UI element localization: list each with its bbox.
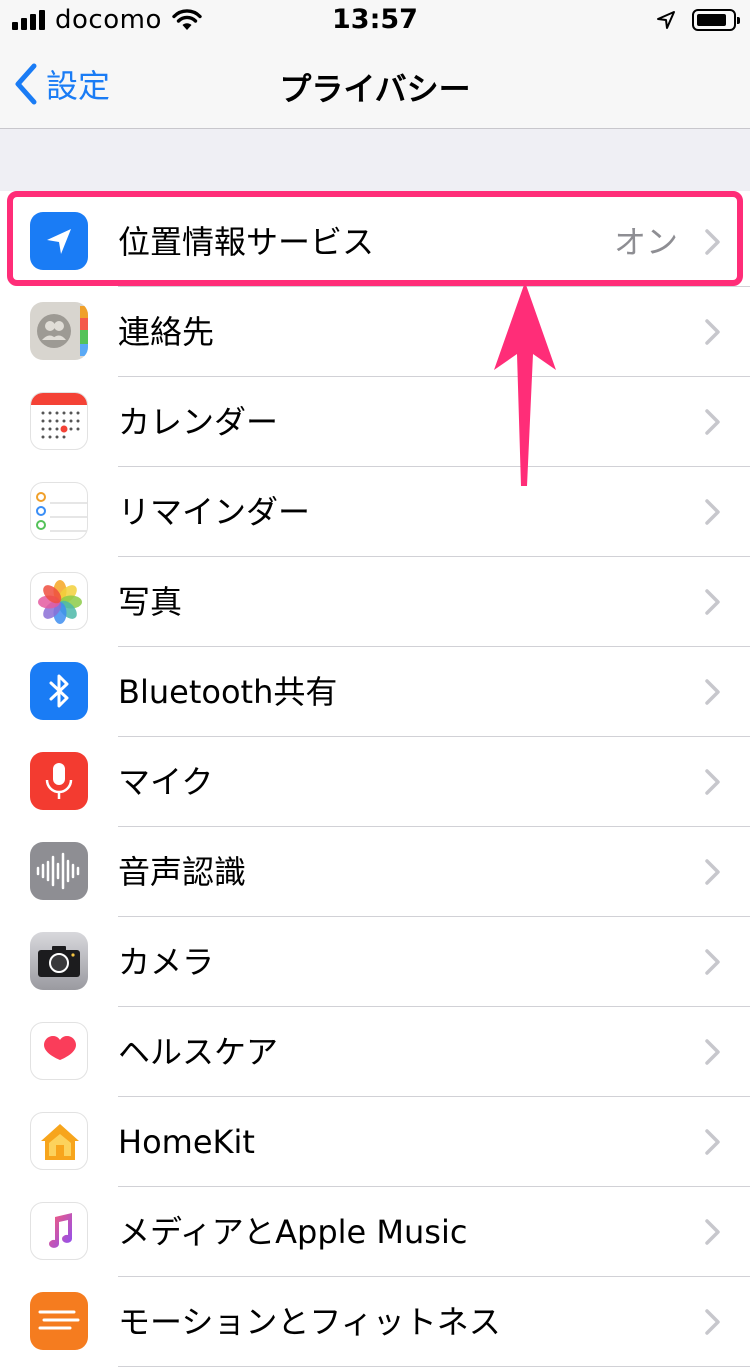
reminders-icon xyxy=(30,482,88,540)
row-homekit[interactable]: HomeKit xyxy=(0,1097,750,1187)
chevron-right-icon xyxy=(705,1039,720,1065)
status-bar: docomo 13:57 xyxy=(0,0,750,40)
chevron-right-icon xyxy=(705,769,720,795)
privacy-list: 位置情報サービス オン 連絡先 カレンダー リマインダー 写真 Bluetoot… xyxy=(0,197,750,1367)
row-label: カレンダー xyxy=(118,403,279,441)
music-icon xyxy=(30,1202,88,1260)
chevron-right-icon xyxy=(705,319,720,345)
calendar-icon xyxy=(30,392,88,450)
chevron-right-icon xyxy=(705,499,720,525)
photos-icon xyxy=(30,572,88,630)
row-label: 音声認識 xyxy=(118,853,247,891)
page-title: プライバシー xyxy=(279,70,471,108)
row-label: HomeKit xyxy=(118,1123,255,1161)
battery-icon xyxy=(692,9,740,31)
speech-recognition-icon xyxy=(30,842,88,900)
microphone-icon xyxy=(30,752,88,810)
row-label: Bluetooth共有 xyxy=(118,673,338,711)
status-time: 13:57 xyxy=(332,4,418,35)
row-reminders[interactable]: リマインダー xyxy=(0,467,750,557)
row-health[interactable]: ヘルスケア xyxy=(0,1007,750,1097)
row-label: マイク xyxy=(118,763,214,801)
row-calendar[interactable]: カレンダー xyxy=(0,377,750,467)
row-bluetooth-sharing[interactable]: Bluetooth共有 xyxy=(0,647,750,737)
chevron-right-icon xyxy=(705,859,720,885)
row-camera[interactable]: カメラ xyxy=(0,917,750,1007)
row-speech-recognition[interactable]: 音声認識 xyxy=(0,827,750,917)
homekit-icon xyxy=(30,1112,88,1170)
highlight-box xyxy=(7,191,743,286)
row-photos[interactable]: 写真 xyxy=(0,557,750,647)
navigation-bar: 設定 プライバシー xyxy=(0,40,750,129)
pointer-arrow-icon xyxy=(494,282,556,486)
camera-icon xyxy=(30,932,88,990)
bluetooth-icon xyxy=(30,662,88,720)
health-icon xyxy=(30,1022,88,1080)
status-right xyxy=(656,6,740,34)
row-label: 連絡先 xyxy=(118,313,215,351)
location-services-icon xyxy=(657,11,675,29)
chevron-right-icon xyxy=(705,949,720,975)
section-spacer xyxy=(0,129,750,191)
row-label: リマインダー xyxy=(118,493,311,531)
row-label: 写真 xyxy=(118,583,183,621)
row-label: カメラ xyxy=(118,943,215,981)
chevron-right-icon xyxy=(705,409,720,435)
chevron-right-icon xyxy=(705,1219,720,1245)
contacts-icon xyxy=(30,302,88,360)
row-label: メディアとApple Music xyxy=(118,1213,468,1251)
row-label: モーションとフィットネス xyxy=(118,1303,501,1341)
row-microphone[interactable]: マイク xyxy=(0,737,750,827)
motion-fitness-icon xyxy=(30,1292,88,1350)
chevron-right-icon xyxy=(705,1129,720,1155)
row-label: ヘルスケア xyxy=(118,1033,279,1071)
row-contacts[interactable]: 連絡先 xyxy=(0,287,750,377)
row-media-apple-music[interactable]: メディアとApple Music xyxy=(0,1187,750,1277)
chevron-right-icon xyxy=(705,679,720,705)
chevron-right-icon xyxy=(705,589,720,615)
chevron-right-icon xyxy=(705,1309,720,1335)
row-motion-fitness[interactable]: モーションとフィットネス xyxy=(0,1277,750,1367)
